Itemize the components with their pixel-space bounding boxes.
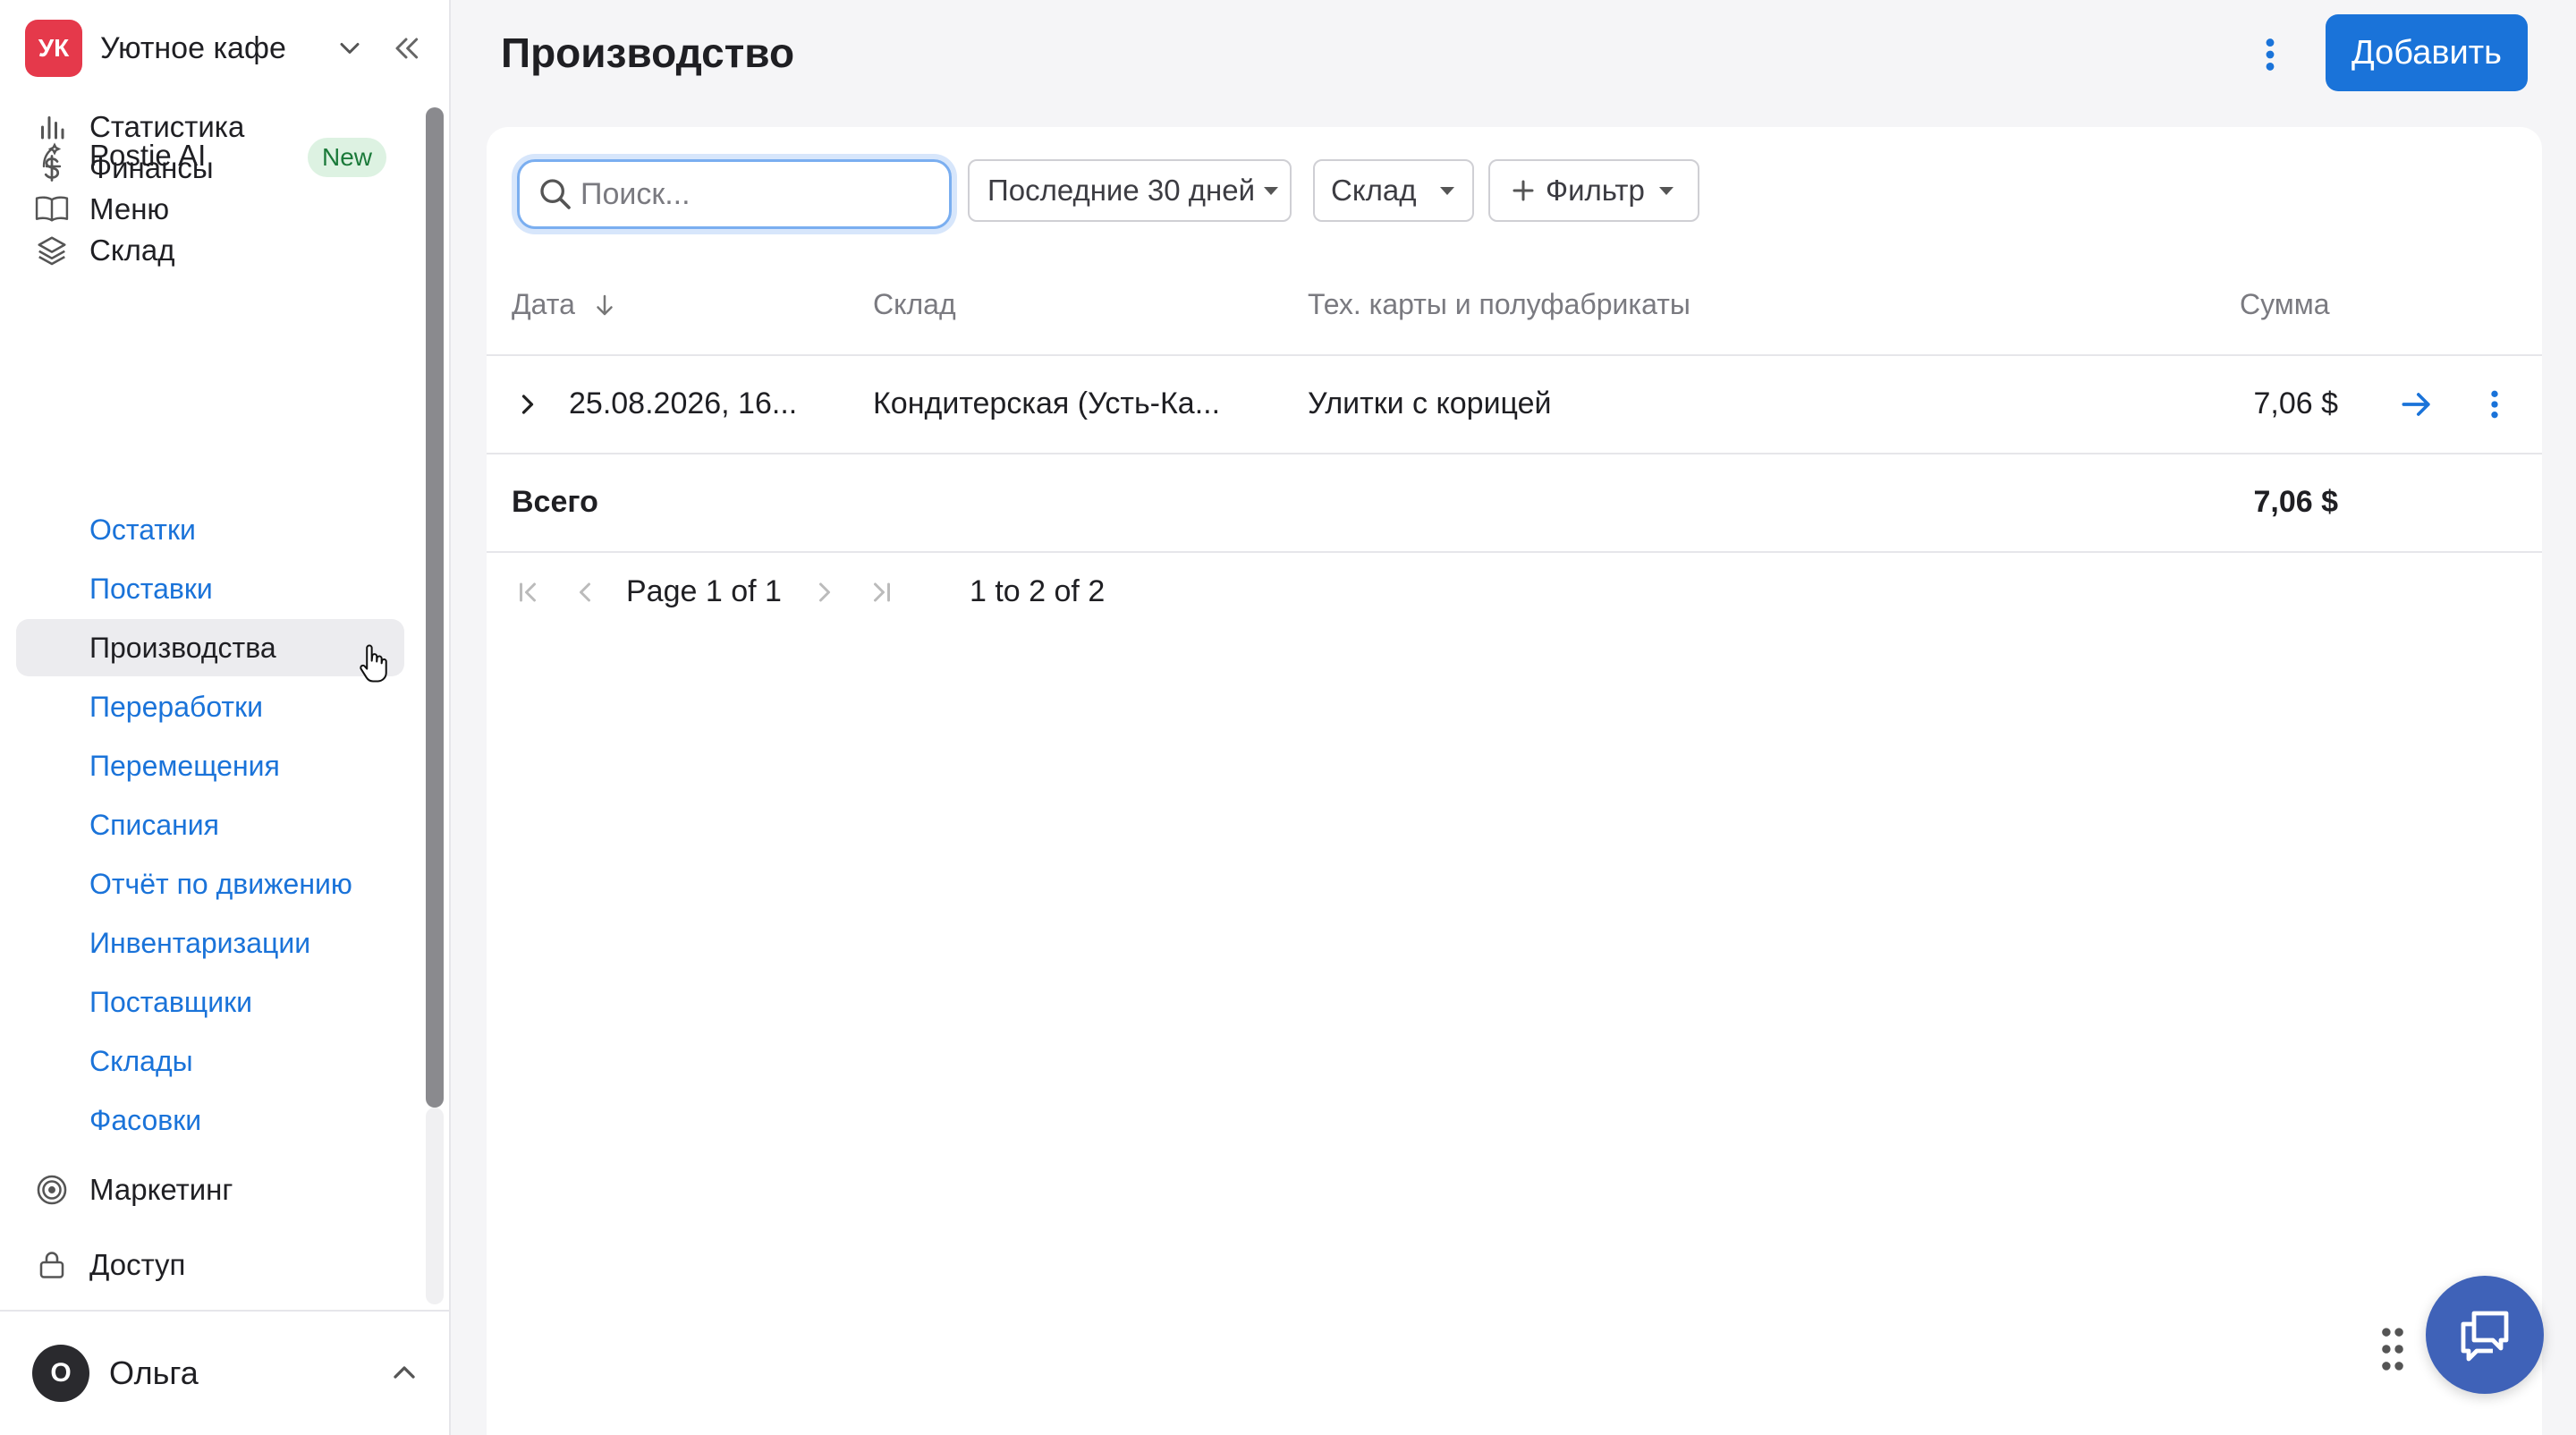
sidebar-subitem[interactable]: Отчёт по движению: [16, 855, 404, 913]
column-header-sum[interactable]: Сумма: [2240, 288, 2330, 321]
column-header-tech-cards[interactable]: Тех. карты и полуфабрикаты: [1308, 288, 1690, 321]
user-name: Ольга: [109, 1354, 199, 1391]
row-range: 1 to 2 of 2: [970, 574, 1106, 608]
search-box[interactable]: [517, 159, 952, 229]
sidebar-subitem-label: Поставки: [89, 572, 213, 605]
hand-pointer-cursor-icon: [360, 644, 387, 683]
sidebar-item-label: Доступ: [89, 1248, 186, 1281]
sidebar-subitem[interactable]: Переработки: [16, 678, 404, 735]
target-icon: [32, 1170, 72, 1210]
sidebar-item-label: Маркетинг: [89, 1173, 233, 1206]
drag-handle-icon[interactable]: [2379, 1326, 2406, 1372]
sidebar-subitem[interactable]: Фасовки: [16, 1091, 404, 1149]
sidebar: УК Уютное кафе Postie AI New Статистика …: [0, 0, 451, 1435]
lock-icon: [32, 1245, 72, 1285]
sidebar-item-label: Статистика: [89, 110, 245, 143]
add-filter-dropdown[interactable]: Фильтр: [1488, 159, 1699, 222]
prev-page-icon[interactable]: [569, 576, 601, 608]
row-sum: 7,06 $: [2253, 386, 2338, 420]
more-vertical-icon[interactable]: [2483, 386, 2506, 422]
warehouse-filter-dropdown[interactable]: Склад: [1313, 159, 1474, 222]
total-value: 7,06 $: [2253, 485, 2338, 519]
sidebar-subitem[interactable]: Перемещения: [16, 737, 404, 794]
search-input[interactable]: [580, 176, 920, 212]
sidebar-subitem[interactable]: Поставки: [16, 560, 404, 617]
sidebar-subitem-label: Отчёт по движению: [89, 867, 352, 900]
caret-down-icon: [1658, 186, 1674, 195]
collapse-sidebar-icon[interactable]: [388, 30, 424, 66]
chat-icon: [2461, 1311, 2509, 1362]
arrow-right-icon[interactable]: [2397, 385, 2436, 424]
row-date: 25.08.2026, 16...: [569, 386, 798, 420]
next-page-icon[interactable]: [809, 576, 841, 608]
sidebar-subitem[interactable]: Остатки: [16, 501, 404, 558]
search-icon: [540, 179, 571, 209]
row-tech-cards: Улитки с корицей: [1308, 386, 1552, 420]
sidebar-item-label: Меню: [89, 192, 170, 225]
sidebar-scrollbar-track: [426, 1108, 444, 1304]
sidebar-subitem-label: Остатки: [89, 513, 196, 546]
sort-arrow-down-icon: [597, 294, 613, 315]
sidebar-subitem-label: Переработки: [89, 690, 263, 723]
sidebar-subitem[interactable]: Склады: [16, 1032, 404, 1090]
page-indicator: Page 1 of 1: [626, 574, 782, 608]
workspace-avatar: УК: [25, 20, 82, 77]
avatar: О: [32, 1345, 89, 1402]
sidebar-item-label: Финансы: [89, 151, 214, 184]
divider: [487, 551, 2542, 553]
row-warehouse: Кондитерская (Усть-Ка...: [873, 386, 1221, 420]
divider: [487, 354, 2542, 356]
production-table-card: Последние 30 дней Склад Фильтр Дата Скла…: [487, 127, 2542, 1435]
chevron-down-icon[interactable]: [334, 32, 366, 64]
chevron-right-icon[interactable]: [512, 388, 544, 420]
sidebar-subitem[interactable]: Списания: [16, 796, 404, 853]
column-header-label: Дата: [512, 288, 575, 320]
period-filter-dropdown[interactable]: Последние 30 дней: [968, 159, 1292, 222]
sidebar-subitem-label: Перемещения: [89, 749, 280, 782]
workspace-name: Уютное кафе: [100, 30, 286, 65]
sidebar-subitem-label: Фасовки: [89, 1103, 202, 1136]
sidebar-subitem-label: Инвентаризации: [89, 926, 311, 959]
sidebar-subitem-label: Производства: [89, 631, 276, 664]
plus-icon: [1513, 180, 1534, 201]
warehouse-filter-label: Склад: [1331, 174, 1417, 207]
sidebar-subitem[interactable]: Инвентаризации: [16, 914, 404, 972]
divider: [487, 453, 2542, 454]
user-menu[interactable]: О Ольга: [0, 1310, 451, 1435]
chat-button[interactable]: [2426, 1276, 2544, 1394]
first-page-icon[interactable]: [512, 576, 544, 608]
more-vertical-icon[interactable]: [2254, 34, 2286, 75]
sidebar-subitem[interactable]: Поставщики: [16, 973, 404, 1031]
period-filter-label: Последние 30 дней: [987, 174, 1256, 207]
layers-icon: [32, 231, 72, 270]
sidebar-item-warehouse[interactable]: Склад: [32, 224, 408, 277]
sidebar-subitem-label: Поставщики: [89, 985, 252, 1018]
sidebar-subitem[interactable]: Производства: [16, 619, 404, 676]
sidebar-item-access[interactable]: Доступ: [32, 1238, 408, 1292]
add-filter-label: Фильтр: [1546, 174, 1645, 207]
sidebar-item-marketing[interactable]: Маркетинг: [32, 1163, 408, 1217]
workspace-switcher[interactable]: УК Уютное кафе: [25, 20, 428, 77]
caret-down-icon: [1264, 186, 1279, 195]
last-page-icon[interactable]: [866, 576, 898, 608]
page-title: Производство: [501, 30, 795, 76]
sidebar-subitem-label: Списания: [89, 808, 219, 841]
sidebar-item-label: Склад: [89, 234, 175, 267]
column-header-warehouse[interactable]: Склад: [873, 288, 956, 321]
add-button[interactable]: Добавить: [2326, 14, 2528, 91]
chevron-up-icon[interactable]: [386, 1354, 422, 1390]
column-header-date[interactable]: Дата: [512, 288, 618, 321]
total-label: Всего: [512, 485, 598, 519]
caret-down-icon: [1439, 186, 1454, 195]
sidebar-scrollbar[interactable]: [426, 107, 444, 1108]
sidebar-subitem-label: Склады: [89, 1044, 193, 1077]
